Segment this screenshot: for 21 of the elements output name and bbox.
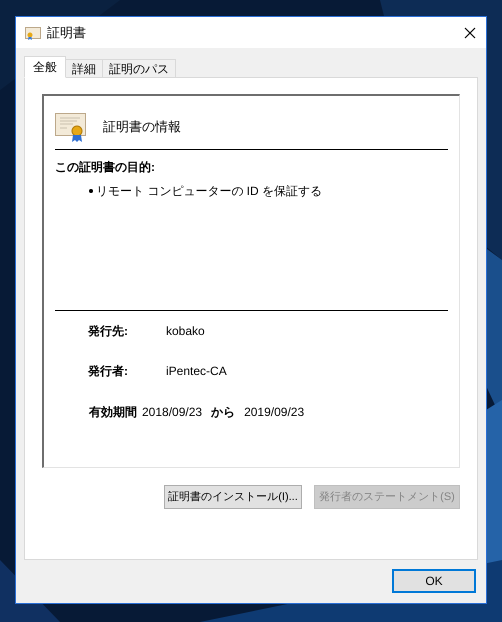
section-heading: 証明書の情報 — [103, 118, 181, 136]
field-label: 有効期間 — [89, 404, 137, 421]
tab[interactable]: 証明のパス — [102, 59, 176, 78]
field-value: 2019/09/23 — [244, 404, 304, 421]
certificate-icon — [55, 112, 87, 142]
purpose-label: この証明書の目的: — [55, 159, 156, 176]
bullet-icon — [89, 189, 93, 193]
field-label: 発行者: — [88, 363, 129, 380]
field-value: 2018/09/23 — [142, 404, 202, 421]
purpose-item: リモート コンピューターの ID を保証する — [96, 183, 322, 200]
install-button[interactable]: 証明書のインストール(I)... — [164, 485, 302, 509]
field-value: iPentec-CA — [166, 363, 227, 380]
tab[interactable]: 詳細 — [65, 59, 103, 78]
field-label: 発行先: — [88, 323, 129, 340]
close-icon[interactable] — [464, 26, 476, 38]
window-title: 証明書 — [47, 24, 87, 42]
field-label: から — [211, 404, 236, 421]
field-value: kobako — [166, 323, 205, 340]
ok-button[interactable]: OK — [392, 569, 476, 593]
certificate-icon — [25, 26, 41, 40]
tab[interactable]: 全般 — [24, 56, 66, 78]
